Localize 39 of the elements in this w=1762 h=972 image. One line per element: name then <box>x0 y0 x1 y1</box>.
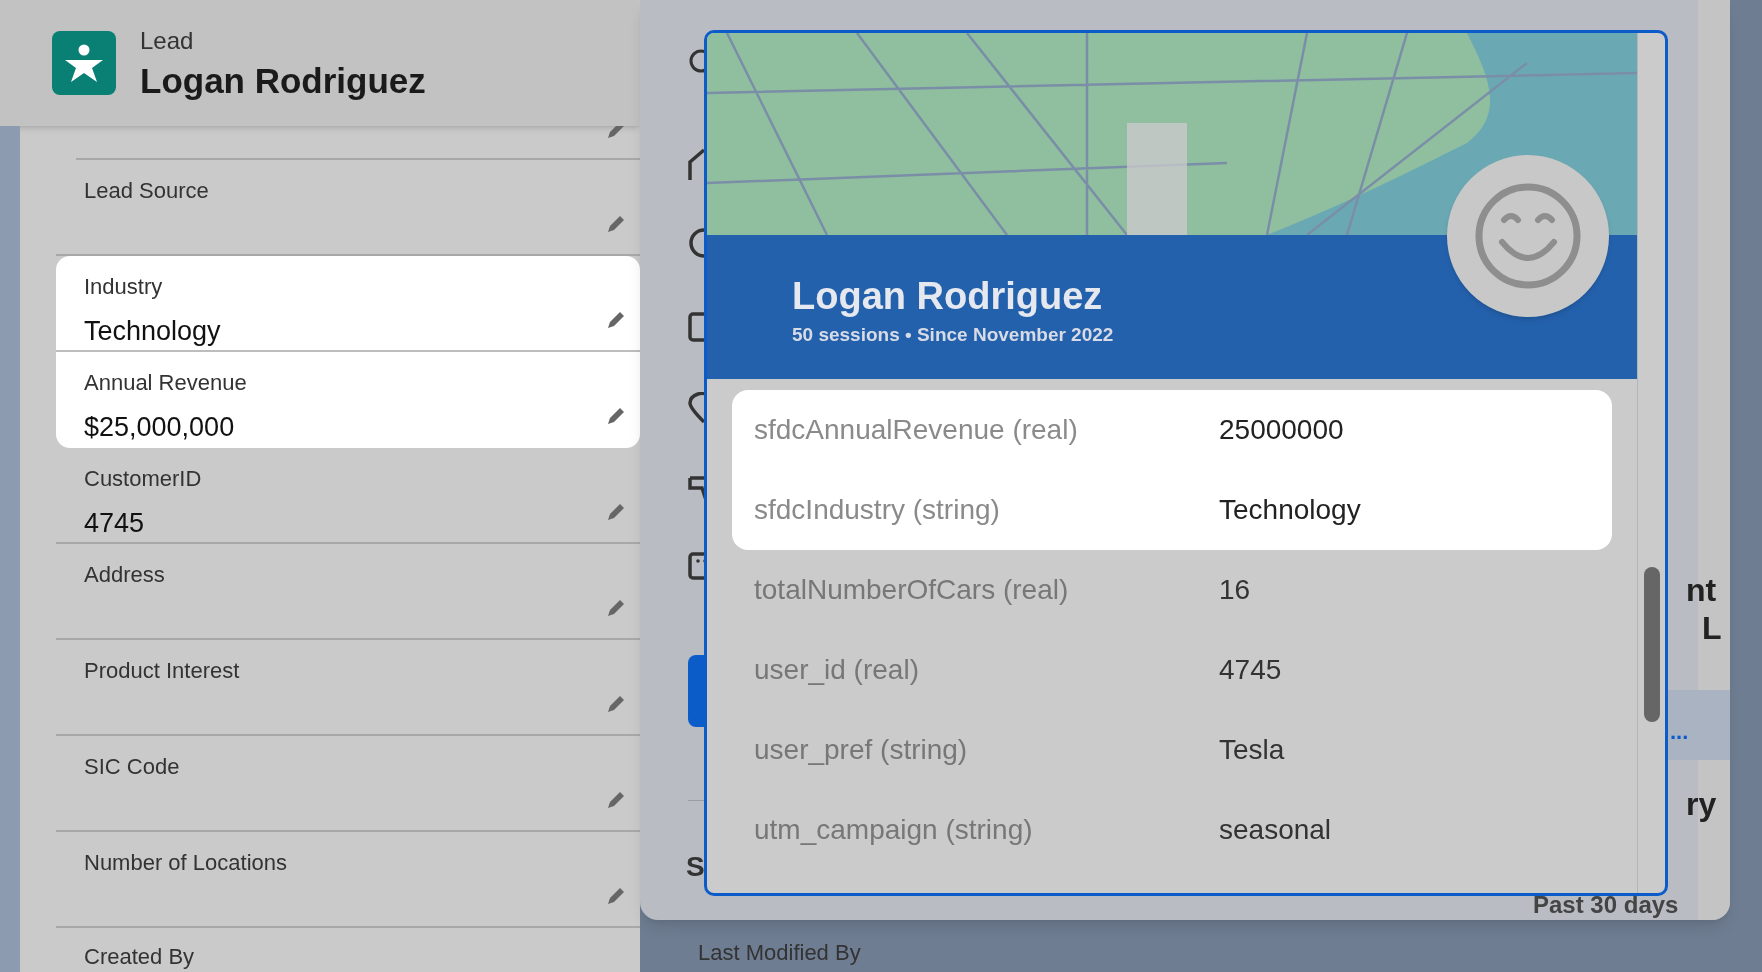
field-label: CustomerID <box>84 465 202 493</box>
attribute-value: 25000000 <box>1219 413 1344 447</box>
attribute-name: user_pref (string) <box>754 733 969 767</box>
field-value: 4745 <box>84 507 145 540</box>
attribute-value: Technology <box>1219 493 1361 527</box>
field-label: Annual Revenue <box>84 369 247 397</box>
heading-fragment: L <box>1702 609 1722 648</box>
field-label: Last Modified By <box>698 939 861 967</box>
heading-fragment: ry <box>1686 785 1717 824</box>
field-label: Lead Source <box>84 177 209 205</box>
attribute-value: 16 <box>1219 573 1251 607</box>
field-label: Product Interest <box>84 657 240 685</box>
smiley-icon <box>1474 182 1582 290</box>
attribute-value: 4745 <box>1219 653 1282 687</box>
field-label: SIC Code <box>84 753 180 781</box>
profile-name: Logan Rodriguez <box>792 274 1104 319</box>
attribute-name: user_id (real) <box>754 653 920 687</box>
field-value: $25,000,000 <box>84 411 235 444</box>
field-value: Technology <box>84 315 221 348</box>
field-label: Address <box>84 561 165 589</box>
profile-subtitle: 50 sessions • Since November 2022 <box>792 322 1115 347</box>
person-icon <box>52 31 116 95</box>
field-label: Industry <box>84 273 163 301</box>
attribute-name: utm_campaign (string) <box>754 813 1034 847</box>
field-label: Created By <box>84 943 195 971</box>
field-label: Number of Locations <box>84 849 287 877</box>
attribute-value: Tesla <box>1219 733 1285 767</box>
heading-fragment: nt <box>1686 571 1717 610</box>
nav-button[interactable] <box>688 655 704 727</box>
attribute-name: sfdcIndustry (string) <box>754 493 1001 527</box>
scrollbar-thumb[interactable] <box>1644 567 1660 722</box>
section-heading: S <box>686 850 705 884</box>
attribute-name: sfdcAnnualRevenue (real) <box>754 413 1079 447</box>
more-link[interactable]: ... <box>1670 715 1689 748</box>
date-range: Past 30 days <box>1533 893 1679 917</box>
record-title: Logan Rodriguez <box>140 60 426 103</box>
attribute-name: totalNumberOfCars (real) <box>754 573 1070 607</box>
attribute-value: seasonal <box>1219 813 1332 847</box>
object-type: Lead <box>140 26 195 57</box>
